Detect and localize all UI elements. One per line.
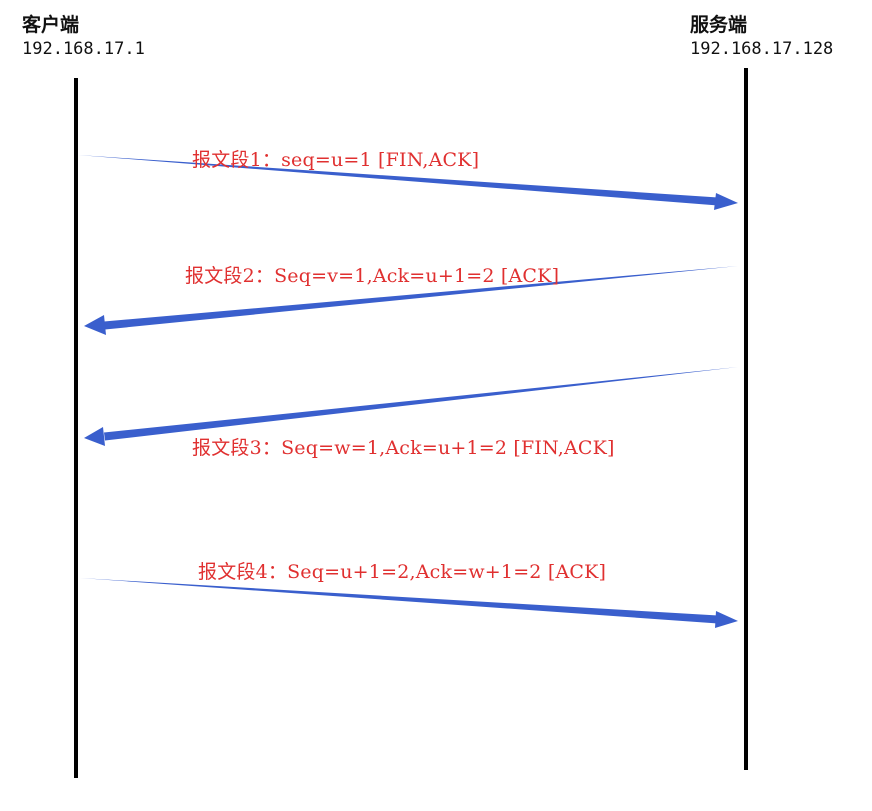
segment-1-label: 报文段1：seq=u=1 [FIN,ACK]: [192, 149, 480, 171]
sequence-diagram: [74, 68, 748, 778]
server-name: 服务端: [690, 14, 748, 36]
segment-2-label: 报文段2：Seq=v=1,Ack=u+1=2 [ACK]: [185, 265, 560, 287]
segment-3-label: 报文段3：Seq=w=1,Ack=u+1=2 [FIN,ACK]: [192, 437, 615, 459]
server-ip: 192.168.17.128: [690, 39, 834, 59]
segment-4-arrow: [80, 578, 738, 628]
client-name: 客户端: [22, 14, 80, 36]
segment-4-label: 报文段4：Seq=u+1=2,Ack=w+1=2 [ACK]: [198, 561, 607, 583]
client-ip: 192.168.17.1: [22, 39, 145, 59]
